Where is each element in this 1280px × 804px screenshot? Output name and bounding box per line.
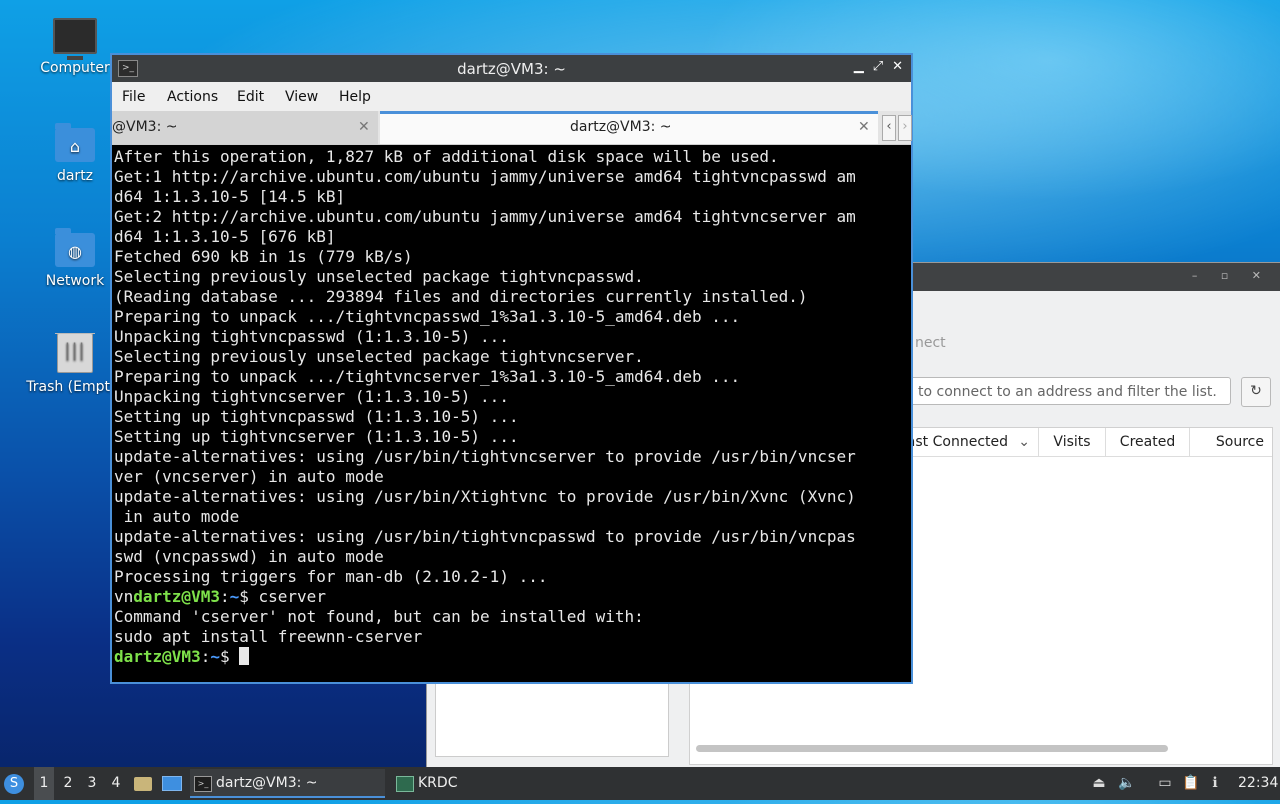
tab-bar: @VM3: ~ ✕ dartz@VM3: ~ ✕ ‹ › [112, 111, 912, 145]
desktop-icon-label: Computer [40, 60, 110, 76]
terminal-line: Fetched 690 kB in 1s (779 kB/s) [114, 247, 413, 266]
minimize-icon[interactable]: ▁ [854, 59, 864, 74]
workspace-2[interactable]: 2 [58, 767, 78, 800]
terminal-line: Get:1 http://archive.ubuntu.com/ubuntu j… [114, 167, 856, 186]
maximize-icon[interactable]: ⤢ [873, 59, 883, 74]
horizontal-scrollbar[interactable] [696, 745, 1168, 752]
notification-icon[interactable]: ℹ [1206, 774, 1224, 792]
network-folder-icon: ◍ [55, 228, 95, 267]
command-text: cserver [258, 587, 326, 606]
desktop-icon-label: dartz [56, 168, 94, 184]
terminal-output[interactable]: After this operation, 1,827 kB of additi… [114, 147, 904, 677]
menu-actions[interactable]: Actions [167, 89, 218, 105]
connect-label: nect [915, 335, 946, 351]
desktop-icon-label: Network [45, 273, 105, 289]
tab-1[interactable]: @VM3: ~ ✕ [112, 111, 378, 144]
terminal-titlebar[interactable]: >_ dartz@VM3: ~ ▁ ⤢ ✕ [112, 55, 911, 82]
terminal-line: Command 'cserver' not found, but can be … [114, 607, 644, 626]
folder-icon [134, 777, 152, 791]
tab-label: @VM3: ~ [112, 119, 178, 135]
show-desktop-button[interactable] [162, 767, 184, 800]
tab-scroll-left-icon[interactable]: ‹ [882, 115, 896, 141]
app-menu-button[interactable]: S [4, 767, 28, 800]
column-visits[interactable]: Visits [1039, 428, 1106, 456]
computer-icon [53, 18, 97, 60]
network-icon[interactable]: ▭ [1156, 774, 1174, 792]
file-manager-launcher[interactable] [134, 767, 154, 800]
terminal-line: Selecting previously unselected package … [114, 347, 644, 366]
window-controls[interactable]: – ▫ ✕ [1192, 269, 1271, 282]
terminal-line: Get:2 http://archive.ubuntu.com/ubuntu j… [114, 207, 856, 226]
terminal-line: d64 1:1.3.10-5 [14.5 kB] [114, 187, 346, 206]
prompt-line: dartz@VM3:~$ [114, 647, 904, 667]
eject-icon[interactable]: ⏏ [1090, 774, 1108, 792]
close-tab-icon[interactable]: ✕ [358, 111, 370, 144]
output-lines: Command 'cserver' not found, but can be … [114, 607, 904, 647]
terminal-line: update-alternatives: using /usr/bin/Xtig… [114, 487, 856, 506]
task-krdc[interactable]: KRDC [392, 769, 542, 798]
terminal-line: d64 1:1.3.10-5 [676 kB] [114, 227, 336, 246]
lxqt-logo-icon: S [4, 774, 24, 794]
clock[interactable]: 22:34 [1238, 767, 1278, 800]
task-terminal[interactable]: >_ dartz@VM3: ~ [190, 769, 385, 798]
terminal-line: Unpacking tightvncpasswd (1:1.3.10-5) ..… [114, 327, 509, 346]
terminal-line: in auto mode [114, 507, 240, 526]
terminal-line: Selecting previously unselected package … [114, 267, 644, 286]
workspace-3[interactable]: 3 [82, 767, 102, 800]
terminal-icon: >_ [194, 776, 212, 792]
desktop-icon [162, 776, 182, 791]
window-title: dartz@VM3: ~ [457, 60, 566, 78]
terminal-line: After this operation, 1,827 kB of additi… [114, 147, 779, 166]
menu-edit[interactable]: Edit [237, 89, 264, 105]
krdc-icon [396, 776, 414, 792]
trash-icon: ||| [55, 333, 95, 373]
clipboard-icon[interactable]: 📋 [1182, 774, 1200, 792]
prompt-dir: ~ [229, 587, 240, 606]
menu-bar: File Actions Edit View Help [112, 82, 911, 112]
krdc-side-panel [435, 683, 669, 757]
terminal-window[interactable]: >_ dartz@VM3: ~ ▁ ⤢ ✕ File Actions Edit Vi… [110, 53, 913, 684]
prompt-dir: ~ [210, 647, 220, 666]
address-input[interactable]: to connect to an address and filter the … [903, 377, 1231, 405]
terminal-line: Preparing to unpack .../tightvncpasswd_1… [114, 307, 741, 326]
terminal-line: Setting up tightvncserver (1:1.3.10-5) .… [114, 427, 519, 446]
terminal-line: ver (vncserver) in auto mode [114, 467, 384, 486]
tab-scroll-right-icon[interactable]: › [898, 115, 912, 141]
home-folder-icon: ⌂ [55, 123, 95, 162]
menu-help[interactable]: Help [339, 89, 371, 105]
tab-2-active[interactable]: dartz@VM3: ~ ✕ [380, 111, 878, 144]
connect-button[interactable]: ↻ [1241, 377, 1271, 407]
terminal-line: Setting up tightvncpasswd (1:1.3.10-5) .… [114, 407, 519, 426]
chevron-down-icon: ⌄ [1018, 434, 1030, 450]
terminal-line: swd (vncpasswd) in auto mode [114, 547, 384, 566]
volume-icon[interactable]: 🔈 [1118, 774, 1136, 792]
close-tab-icon[interactable]: ✕ [858, 114, 870, 141]
terminal-line: update-alternatives: using /usr/bin/tigh… [114, 527, 856, 546]
refresh-icon: ↻ [1250, 383, 1262, 399]
tab-label: dartz@VM3: ~ [570, 119, 672, 135]
menu-file[interactable]: File [122, 89, 145, 105]
terminal-line: Processing triggers for man-db (2.10.2-1… [114, 567, 548, 586]
menu-view[interactable]: View [285, 89, 318, 105]
column-source[interactable]: Source [1190, 428, 1272, 456]
output-lines: After this operation, 1,827 kB of additi… [114, 147, 904, 587]
terminal-line: Unpacking tightvncserver (1:1.3.10-5) ..… [114, 387, 509, 406]
prompt-user: dartz@VM3 [133, 587, 220, 606]
text-cursor [239, 647, 250, 665]
prompt-user: dartz@VM3 [114, 647, 201, 666]
terminal-line: Preparing to unpack .../tightvncserver_1… [114, 367, 741, 386]
terminal-line: sudo apt install freewnn-cserver [114, 627, 423, 646]
workspace-1[interactable]: 1 [34, 767, 54, 800]
workspace-4[interactable]: 4 [106, 767, 126, 800]
prompt-line: vndartz@VM3:~$ cserver [114, 587, 326, 606]
taskbar: S 1 2 3 4 >_ dartz@VM3: ~ KRDC ⏏ 🔈 ▭ 📋 ℹ… [0, 767, 1280, 800]
column-created[interactable]: Created [1106, 428, 1190, 456]
close-icon[interactable]: ✕ [892, 59, 903, 74]
terminal-line: (Reading database ... 293894 files and d… [114, 287, 808, 306]
terminal-line: update-alternatives: using /usr/bin/tigh… [114, 447, 856, 466]
